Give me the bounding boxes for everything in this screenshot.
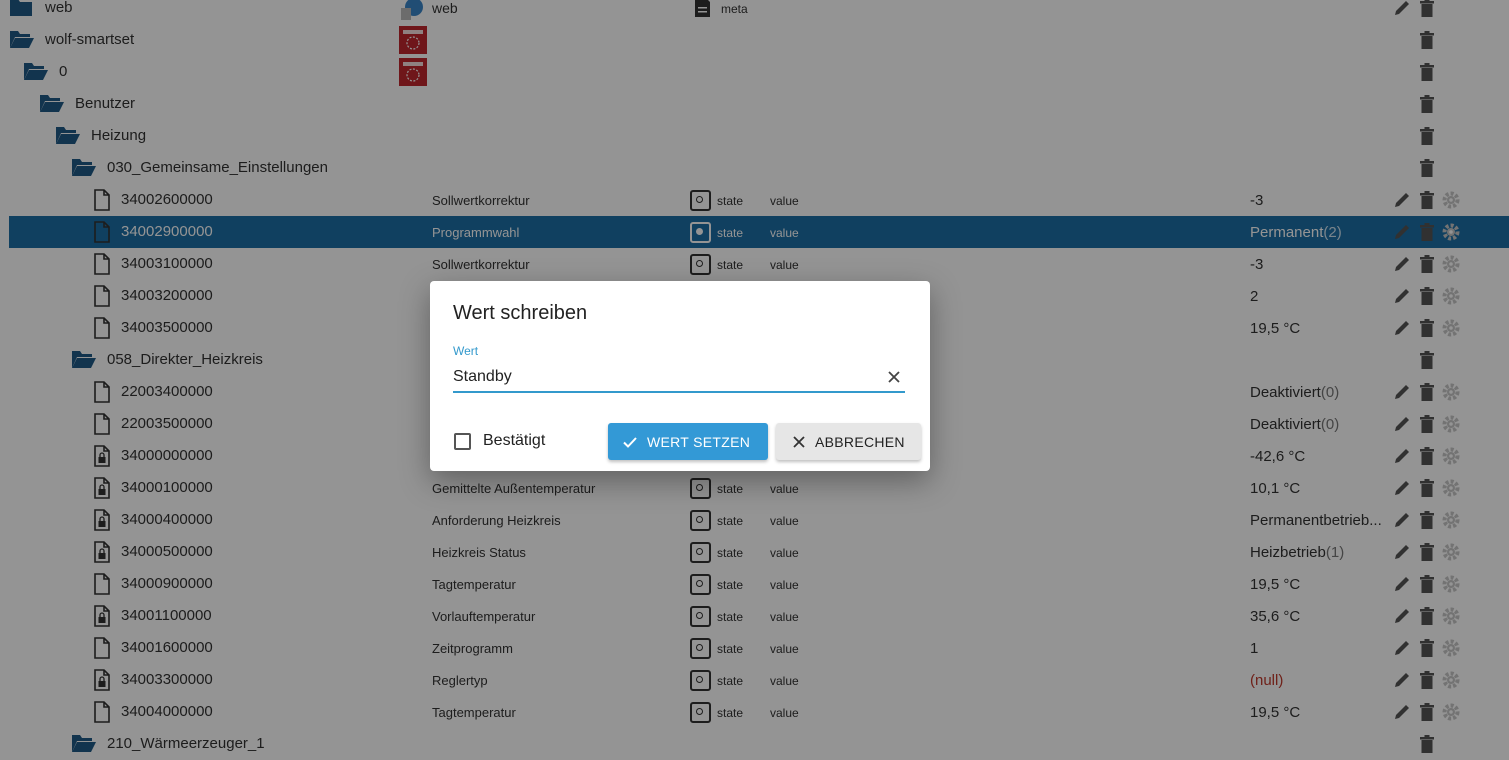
value-input[interactable] — [453, 363, 905, 393]
set-value-button-label: WERT SETZEN — [647, 434, 751, 450]
dialog-title: Wert schreiben — [453, 302, 588, 324]
confirmed-checkbox-label: Bestätigt — [483, 432, 546, 449]
set-value-button[interactable]: WERT SETZEN — [608, 423, 768, 460]
clear-icon[interactable] — [885, 368, 903, 386]
check-icon — [622, 434, 638, 450]
write-value-dialog: Wert schreiben Wert Bestätigt WERT SETZE… — [430, 281, 930, 471]
close-icon — [791, 434, 807, 450]
value-field-label: Wert — [453, 344, 479, 358]
cancel-button-label: ABBRECHEN — [815, 434, 905, 450]
confirmed-checkbox[interactable] — [454, 433, 471, 450]
cancel-button[interactable]: ABBRECHEN — [776, 423, 921, 460]
